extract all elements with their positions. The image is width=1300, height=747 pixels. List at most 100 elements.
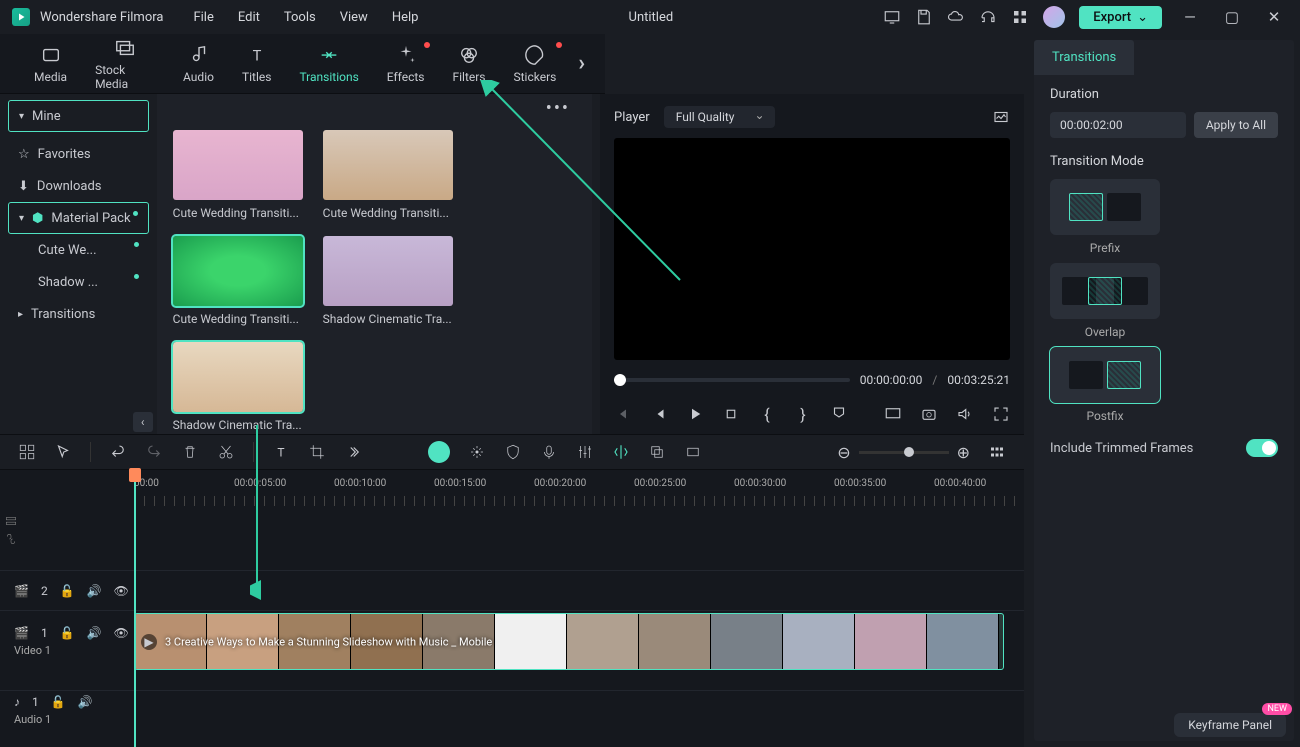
- gallery-item[interactable]: Cute Wedding Transiti...: [173, 236, 303, 326]
- mic-icon[interactable]: [540, 443, 558, 461]
- sidebar-item-shadow[interactable]: Shadow ...: [8, 266, 149, 298]
- tab-titles[interactable]: TTitles: [228, 44, 285, 84]
- tab-media[interactable]: Media: [20, 44, 81, 84]
- sparkle-icon[interactable]: [468, 443, 486, 461]
- sidebar-item-cute-wedding[interactable]: Cute We...: [8, 234, 149, 266]
- window-close[interactable]: ✕: [1260, 8, 1288, 26]
- step-back-icon[interactable]: [650, 405, 668, 423]
- properties-tab-transitions[interactable]: Transitions: [1034, 40, 1134, 75]
- menu-edit[interactable]: Edit: [238, 10, 260, 25]
- sidebar-item-material-pack[interactable]: ▾⬢Material Pack: [8, 202, 149, 234]
- more-tools-icon[interactable]: [344, 443, 362, 461]
- sidebar-item-mine[interactable]: ▾Mine: [8, 100, 149, 132]
- tab-stickers[interactable]: Stickers: [500, 44, 571, 84]
- marker-out-icon[interactable]: }: [794, 405, 812, 423]
- eye-icon[interactable]: 👁: [114, 626, 129, 640]
- cut-icon[interactable]: [217, 443, 235, 461]
- mode-prefix[interactable]: [1050, 179, 1160, 235]
- text-icon[interactable]: T: [272, 443, 290, 461]
- gallery-item[interactable]: Cute Wedding Transiti...: [173, 130, 303, 220]
- tab-stock-media[interactable]: Stock Media: [81, 37, 169, 91]
- menu-view[interactable]: View: [340, 10, 368, 25]
- sidebar-collapse-icon[interactable]: ‹: [133, 412, 153, 432]
- include-trimmed-toggle[interactable]: [1246, 439, 1278, 457]
- copy-icon[interactable]: [648, 443, 666, 461]
- indicator-dot-icon: [134, 242, 139, 247]
- window-minimize[interactable]: —: [1176, 8, 1204, 26]
- time-ruler[interactable]: 00:00 00:00:05:00 00:00:10:00 00:00:15:0…: [0, 470, 1024, 510]
- playhead[interactable]: [134, 470, 136, 747]
- tab-audio[interactable]: Audio: [169, 44, 228, 84]
- video-clip[interactable]: ▶ 3 Creative Ways to Make a Stunning Sli…: [134, 613, 1004, 670]
- indicator-dot-icon: [133, 211, 138, 216]
- volume-icon[interactable]: [956, 405, 974, 423]
- tab-transitions[interactable]: Transitions: [285, 44, 372, 84]
- tab-filters[interactable]: Filters: [438, 44, 499, 84]
- zoom-in-icon[interactable]: ⊕: [957, 443, 970, 462]
- timeline-side-tools: [0, 510, 24, 550]
- preview-canvas[interactable]: [614, 138, 1010, 360]
- export-button[interactable]: Export⌄: [1079, 6, 1162, 29]
- eye-icon[interactable]: 👁: [114, 584, 129, 598]
- save-icon[interactable]: [915, 8, 933, 26]
- marker-icon[interactable]: [830, 405, 848, 423]
- zoom-control: ⊖ ⊕: [837, 443, 970, 462]
- camera-icon[interactable]: [920, 405, 938, 423]
- display-icon[interactable]: [884, 405, 902, 423]
- quality-select[interactable]: Full Quality: [664, 106, 775, 128]
- zoom-out-icon[interactable]: ⊖: [837, 443, 850, 462]
- crop-icon[interactable]: [308, 443, 326, 461]
- user-avatar[interactable]: [1043, 6, 1065, 28]
- stop-icon[interactable]: [722, 405, 740, 423]
- lock-icon[interactable]: 🔓: [60, 584, 75, 598]
- apply-to-all-button[interactable]: Apply to All: [1194, 112, 1278, 138]
- gallery-item[interactable]: Shadow Cinematic Tra...: [323, 236, 453, 326]
- marker-add-icon[interactable]: [684, 443, 702, 461]
- sidebar-item-favorites[interactable]: ☆Favorites: [8, 138, 149, 170]
- mute-icon[interactable]: 🔊: [87, 584, 102, 598]
- delete-icon[interactable]: [181, 443, 199, 461]
- layout-icon[interactable]: [18, 443, 36, 461]
- toolbar-next-icon[interactable]: ›: [578, 51, 585, 76]
- mode-overlap[interactable]: [1050, 263, 1160, 319]
- marker-in-icon[interactable]: {: [758, 405, 776, 423]
- headset-icon[interactable]: [979, 8, 997, 26]
- menu-tools[interactable]: Tools: [284, 10, 316, 25]
- timeline-view-icon[interactable]: [988, 443, 1006, 461]
- sidebar-item-downloads[interactable]: ⬇Downloads: [8, 170, 149, 202]
- lock-icon[interactable]: 🔓: [60, 626, 75, 640]
- mode-postfix[interactable]: [1050, 347, 1160, 403]
- zoom-slider[interactable]: [859, 451, 949, 454]
- snapshot-icon[interactable]: [992, 108, 1010, 126]
- gallery-more-icon[interactable]: •••: [546, 98, 570, 119]
- undo-icon[interactable]: [109, 443, 127, 461]
- lock-icon[interactable]: 🔓: [51, 695, 66, 709]
- redo-icon[interactable]: [145, 443, 163, 461]
- duration-input[interactable]: 00:00:02:00: [1050, 112, 1186, 138]
- menu-help[interactable]: Help: [392, 10, 419, 25]
- seek-bar[interactable]: [614, 378, 850, 382]
- sidebar-item-transitions[interactable]: ▸Transitions: [8, 298, 149, 330]
- gallery-item[interactable]: Shadow Cinematic Tra...: [173, 342, 303, 432]
- stack-icon[interactable]: [4, 514, 18, 528]
- play-icon[interactable]: [686, 405, 704, 423]
- gallery-item[interactable]: Cute Wedding Transiti...: [323, 130, 453, 220]
- apps-icon[interactable]: [1011, 8, 1029, 26]
- keyframe-panel-button[interactable]: Keyframe Panel NEW: [1174, 713, 1286, 737]
- shield-icon[interactable]: [504, 443, 522, 461]
- cursor-icon[interactable]: [54, 443, 72, 461]
- split-icon[interactable]: [612, 443, 630, 461]
- seek-handle[interactable]: [614, 374, 626, 386]
- tab-effects[interactable]: Effects: [373, 44, 439, 84]
- fullscreen-icon[interactable]: [992, 405, 1010, 423]
- screen-icon[interactable]: [883, 8, 901, 26]
- menu-file[interactable]: File: [193, 10, 213, 25]
- window-maximize[interactable]: ▢: [1218, 8, 1246, 26]
- cloud-icon[interactable]: [947, 8, 965, 26]
- mute-icon[interactable]: 🔊: [78, 695, 93, 709]
- link-icon[interactable]: [4, 532, 18, 546]
- mixer-icon[interactable]: [576, 443, 594, 461]
- prev-frame-icon[interactable]: [614, 405, 632, 423]
- ai-icon[interactable]: [428, 441, 450, 463]
- mute-icon[interactable]: 🔊: [87, 626, 102, 640]
